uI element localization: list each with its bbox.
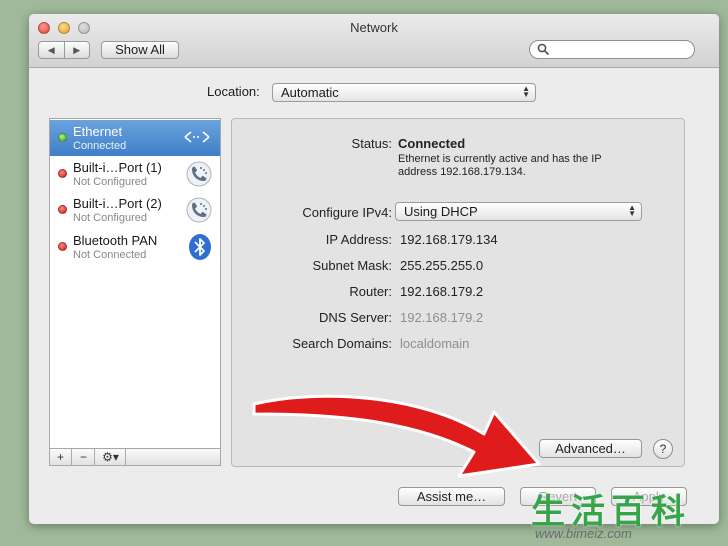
title-bar: Network ◀ ▶ Show All xyxy=(29,14,719,68)
red-arrow-annotation-icon xyxy=(252,394,541,478)
status-label: Status: xyxy=(351,136,392,151)
help-button[interactable]: ? xyxy=(653,439,673,459)
configure-ipv4-value: Using DHCP xyxy=(404,204,478,219)
search-domains-label: Search Domains: xyxy=(292,336,392,351)
service-list-toolbar: + − ⚙▾ xyxy=(49,448,221,466)
ip-address-label: IP Address: xyxy=(325,232,392,247)
search-domains-value: localdomain xyxy=(400,336,470,351)
back-button[interactable]: ◀ xyxy=(39,42,64,58)
service-item-builtin-port-1[interactable]: Built-i…Port (1) Not Configured xyxy=(50,156,220,192)
add-service-button[interactable]: + xyxy=(50,449,72,465)
service-status: Connected xyxy=(73,140,127,152)
bluetooth-icon xyxy=(189,234,211,260)
forward-button[interactable]: ▶ xyxy=(63,42,90,58)
location-select[interactable]: Automatic ▲ ▼ xyxy=(272,83,536,102)
service-status: Not Connected xyxy=(73,249,147,261)
service-status: Not Configured xyxy=(73,212,147,224)
advanced-button[interactable]: Advanced… xyxy=(539,439,642,458)
service-name: Built-i…Port (1) xyxy=(73,160,162,175)
service-name: Built-i…Port (2) xyxy=(73,196,162,211)
subnet-mask-value: 255.255.255.0 xyxy=(400,258,484,273)
updown-arrows-icon: ▲ ▼ xyxy=(522,84,530,99)
configure-ipv4-label: Configure IPv4: xyxy=(302,205,392,220)
location-label: Location: xyxy=(207,84,260,99)
watermark: 生活百科 www.bimeiz.com xyxy=(525,484,725,544)
status-description: Ethernet is currently active and has the… xyxy=(398,153,602,178)
show-all-button[interactable]: Show All xyxy=(101,41,179,59)
ethernet-icon xyxy=(184,131,210,143)
configure-ipv4-select[interactable]: Using DHCP ▲ ▼ xyxy=(395,202,642,221)
status-dot-icon xyxy=(58,169,67,178)
location-row: Location: xyxy=(207,84,260,99)
router-value: 192.168.179.2 xyxy=(400,284,484,299)
back-forward-group: ◀ ▶ xyxy=(38,41,90,59)
remove-service-button[interactable]: − xyxy=(73,449,95,465)
status-value: Connected xyxy=(398,136,466,151)
updown-arrows-icon: ▲ ▼ xyxy=(628,203,636,218)
dns-server-value: 192.168.179.2 xyxy=(400,310,484,325)
service-actions-menu[interactable]: ⚙▾ xyxy=(96,449,126,465)
phone-modem-icon xyxy=(186,197,212,223)
status-dot-icon xyxy=(58,242,67,251)
search-icon xyxy=(537,43,550,56)
network-window: Network ◀ ▶ Show All Location: Automatic… xyxy=(29,14,719,524)
phone-modem-icon xyxy=(186,161,212,187)
status-dot-icon xyxy=(58,205,67,214)
status-dot-icon xyxy=(58,133,67,142)
search-field[interactable] xyxy=(529,40,695,59)
window-title: Network xyxy=(350,20,398,35)
watermark-url: www.bimeiz.com xyxy=(535,526,632,541)
ip-address-value: 192.168.179.134 xyxy=(400,232,498,247)
service-item-builtin-port-2[interactable]: Built-i…Port (2) Not Configured xyxy=(50,192,220,228)
service-item-bluetooth-pan[interactable]: Bluetooth PAN Not Connected xyxy=(50,229,220,265)
assist-me-button[interactable]: Assist me… xyxy=(398,487,505,506)
subnet-mask-label: Subnet Mask: xyxy=(312,258,393,273)
location-value: Automatic xyxy=(281,85,339,100)
service-name: Bluetooth PAN xyxy=(73,233,158,248)
service-name: Ethernet xyxy=(73,124,123,139)
service-status: Not Configured xyxy=(73,176,147,188)
service-list: Ethernet Connected Built-i…Port (1) Not … xyxy=(49,118,221,465)
dns-server-label: DNS Server: xyxy=(319,310,392,325)
service-item-ethernet[interactable]: Ethernet Connected xyxy=(50,120,220,156)
router-label: Router: xyxy=(349,284,392,299)
